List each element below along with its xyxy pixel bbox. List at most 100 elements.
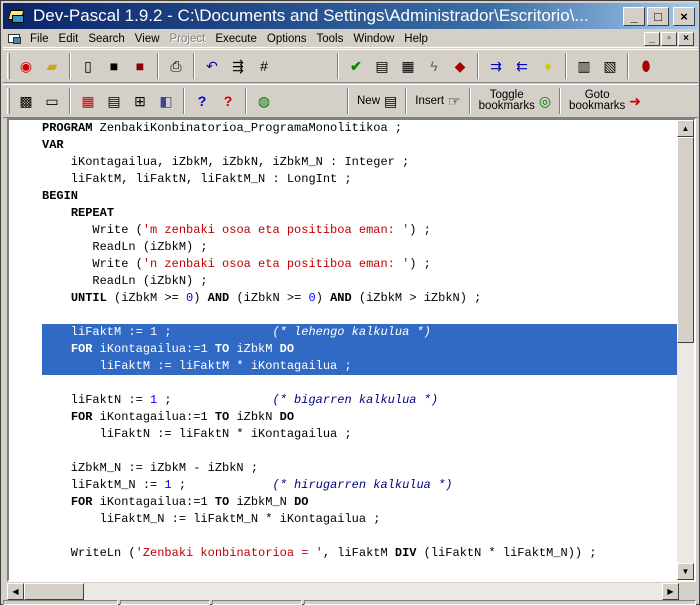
scroll-left-button[interactable]: ◀ (7, 583, 24, 600)
horizontal-scroll-thumb[interactable] (24, 583, 84, 600)
code-line[interactable]: Write ('n zenbaki osoa eta positiboa ema… (42, 256, 679, 273)
options-icon[interactable]: ▧ (598, 54, 622, 78)
code-line[interactable]: REPEAT (42, 205, 679, 222)
menu-search[interactable]: Search (84, 31, 130, 47)
app-icon[interactable] (7, 7, 27, 25)
goto-bookmarks-button[interactable]: Goto bookmarks ➜ (565, 88, 645, 114)
compile-window-icon[interactable]: ▤ (370, 54, 394, 78)
menu-file[interactable]: File (26, 31, 55, 47)
unindent-icon[interactable]: ⇇ (510, 54, 534, 78)
project-icon[interactable]: ▥ (572, 54, 596, 78)
menu-help[interactable]: Help (400, 31, 434, 47)
code-line[interactable]: FOR iKontagailua:=1 TO iZbkN DO (42, 409, 679, 426)
mdi-minimize-button[interactable]: _ (644, 31, 660, 46)
stack-icon[interactable]: ▤ (102, 89, 126, 113)
mdi-close-button[interactable]: × (678, 31, 694, 46)
print-icon[interactable]: ⎙ (164, 54, 188, 78)
code-line[interactable]: PROGRAM ZenbakiKonbinatorioa_ProgramaMon… (42, 120, 679, 137)
code-line[interactable]: FOR iKontagailua:=1 TO iZbkM DO (42, 341, 679, 358)
save-icon[interactable]: ■ (102, 54, 126, 78)
code-line[interactable]: ReadLn (iZbkN) ; (42, 273, 679, 290)
compile-icon[interactable]: ◉ (14, 54, 38, 78)
tree-icon[interactable]: ⊞ (128, 89, 152, 113)
code-line[interactable]: ReadLn (iZbkM) ; (42, 239, 679, 256)
mdi-restore-button[interactable]: ▫ (661, 31, 677, 46)
new-button[interactable]: New ▤ (353, 88, 401, 114)
insert-button-label: Insert (415, 95, 445, 107)
menu-view[interactable]: View (131, 31, 166, 47)
code-line[interactable]: liFaktM_N := liFaktM_N * iKontagailua ; (42, 511, 679, 528)
palette-icon[interactable]: ▦ (76, 89, 100, 113)
code-line[interactable]: BEGIN (42, 188, 679, 205)
window-list-icon[interactable]: ▭ (40, 89, 64, 113)
horizontal-scrollbar[interactable]: ◀ ▶ (7, 583, 679, 600)
code-line[interactable] (42, 375, 679, 392)
toolbar-grip[interactable] (7, 88, 10, 114)
undo-icon[interactable]: ↶ (200, 54, 224, 78)
lightning-icon[interactable]: ϟ (422, 54, 446, 78)
new-document-icon: ▤ (384, 92, 398, 109)
save-all-icon[interactable]: ■ (128, 54, 152, 78)
scroll-right-button[interactable]: ▶ (662, 583, 679, 600)
code-line[interactable]: iKontagailua, iZbkM, iZbkN, iZbkM_N : In… (42, 154, 679, 171)
menu-window[interactable]: Window (349, 31, 400, 47)
code-line[interactable]: liFaktM := 1 ; (* lehengo kalkulua *) (42, 324, 679, 341)
toggle-bookmarks-button[interactable]: Toggle bookmarks ◎ (475, 88, 555, 114)
bookmark-target-icon: ◎ (538, 92, 552, 109)
vertical-scroll-thumb[interactable] (677, 137, 694, 343)
code-line[interactable]: liFaktN := liFaktN * iKontagailua ; (42, 426, 679, 443)
status-bar (3, 600, 698, 605)
indent-icon[interactable]: ⇉ (484, 54, 508, 78)
code-line[interactable]: FOR iKontagailua:=1 TO iZbkM_N DO (42, 494, 679, 511)
main-toolbar: ◉ ▰ ▯ ■ ■ ⎙ ↶ ⇶ # ✔ ▤ ▦ ϟ ◆ ⇉ ⇇ ♦ ▥ ▧ ⬮ (3, 49, 698, 83)
package-icon[interactable]: ◧ (154, 89, 178, 113)
code-line[interactable] (42, 443, 679, 460)
redo-icon[interactable]: ⇶ (226, 54, 250, 78)
eraser-icon[interactable]: ⬮ (634, 54, 658, 78)
menu-options[interactable]: Options (263, 31, 313, 47)
main-window: Dev-Pascal 1.9.2 - C:\Documents and Sett… (0, 0, 700, 605)
globe-icon[interactable]: ◍ (252, 89, 276, 113)
vertical-scrollbar[interactable]: ▲ ▼ (677, 120, 694, 580)
document-icon[interactable] (6, 32, 24, 46)
code-line[interactable]: iZbkM_N := iZbkM - iZbkN ; (42, 460, 679, 477)
code-line[interactable]: Write ('m zenbaki osoa eta positiboa ema… (42, 222, 679, 239)
code-line[interactable] (42, 307, 679, 324)
secondary-toolbar: ▩ ▭ ▦ ▤ ⊞ ◧ ? ? ◍ New ▤ Insert ☞ Toggle boo… (3, 84, 698, 118)
title-bar[interactable]: Dev-Pascal 1.9.2 - C:\Documents and Sett… (3, 3, 698, 29)
close-button[interactable]: × (673, 6, 695, 26)
code-line[interactable]: liFaktN := 1 ; (* bigarren kalkulua *) (42, 392, 679, 409)
goto-line-icon[interactable]: # (252, 54, 276, 78)
scroll-down-button[interactable]: ▼ (677, 563, 694, 580)
maximize-button[interactable]: □ (647, 6, 669, 26)
minimize-button[interactable]: _ (623, 6, 645, 26)
scroll-up-button[interactable]: ▲ (677, 120, 694, 137)
insert-button[interactable]: Insert ☞ (411, 88, 464, 114)
open-folder-icon[interactable]: ▰ (40, 54, 64, 78)
code-line[interactable]: R... (42, 579, 679, 580)
goto-bookmarks-label-2: bookmarks (569, 100, 626, 112)
code-line[interactable]: WriteLn ('Zenbaki konbinatorioa = ', liF… (42, 545, 679, 562)
help-icon[interactable]: ? (190, 89, 214, 113)
menu-tools[interactable]: Tools (313, 31, 350, 47)
new-file-icon[interactable]: ▯ (76, 54, 100, 78)
debug-icon[interactable]: ◆ (448, 54, 472, 78)
menu-execute[interactable]: Execute (211, 31, 263, 47)
run-icon[interactable]: ▦ (396, 54, 420, 78)
code-line[interactable]: liFaktM_N := 1 ; (* hirugarren kalkulua … (42, 477, 679, 494)
code-line[interactable] (42, 528, 679, 545)
code-line[interactable]: VAR (42, 137, 679, 154)
lightbulb-icon[interactable]: ♦ (536, 54, 560, 78)
toolbar-grip[interactable] (7, 53, 10, 79)
help-context-icon[interactable]: ? (216, 89, 240, 113)
menu-edit[interactable]: Edit (55, 31, 85, 47)
code-line[interactable]: UNTIL (iZbkM >= 0) AND (iZbkN >= 0) AND … (42, 290, 679, 307)
code-line[interactable] (42, 562, 679, 579)
code-area[interactable]: PROGRAM ZenbakiKonbinatorioa_ProgramaMon… (9, 120, 679, 580)
code-line[interactable]: liFaktM := liFaktM * iKontagailua ; (42, 358, 679, 375)
code-line[interactable]: liFaktM, liFaktN, liFaktM_N : LongInt ; (42, 171, 679, 188)
menu-project[interactable]: Project (166, 31, 212, 47)
cpu-icon[interactable]: ▩ (14, 89, 38, 113)
code-editor[interactable]: PROGRAM ZenbakiKonbinatorioa_ProgramaMon… (7, 118, 696, 582)
check-icon[interactable]: ✔ (344, 54, 368, 78)
